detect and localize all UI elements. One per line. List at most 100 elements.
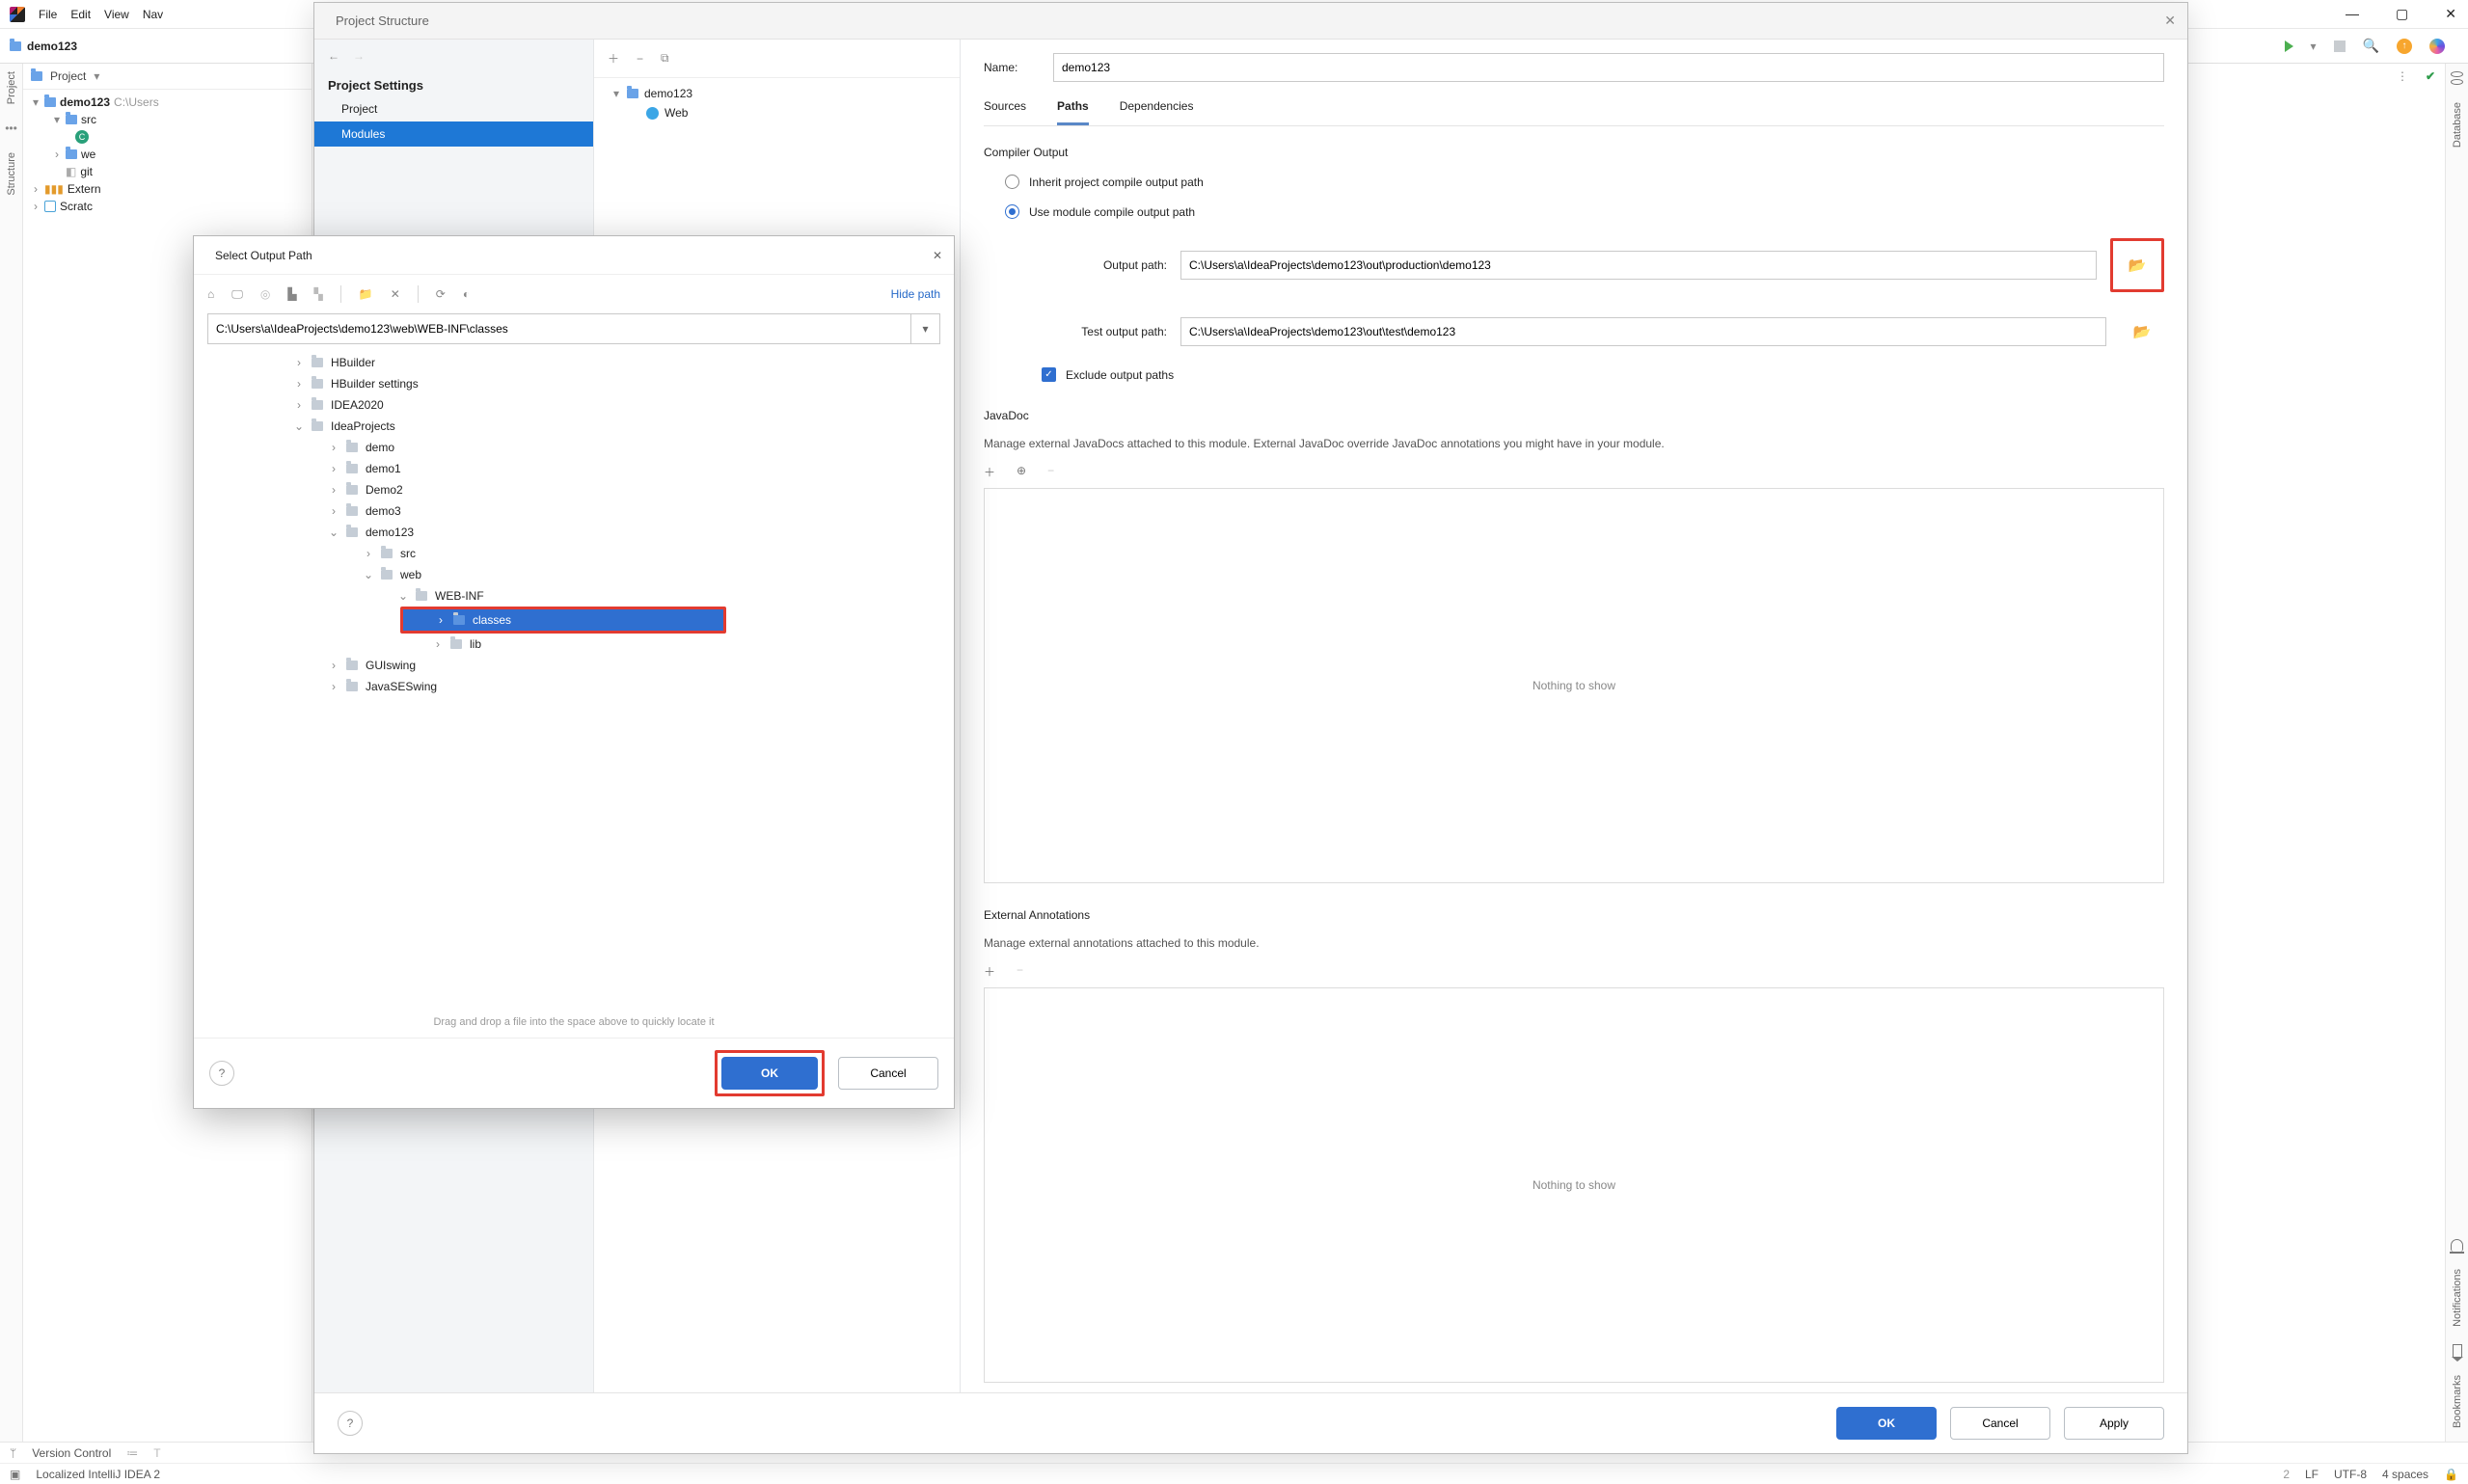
desktop-icon[interactable]: 🖵	[231, 287, 243, 302]
tool-database[interactable]: Database	[2452, 102, 2463, 148]
browse-output-button[interactable]: 📂	[2115, 245, 2159, 285]
tab-paths[interactable]: Paths	[1057, 95, 1089, 125]
chevron-right-icon[interactable]: ›	[329, 680, 339, 693]
project-panel-header[interactable]: Project ▾	[23, 64, 312, 90]
content-root-icon[interactable]: ▚	[314, 287, 323, 301]
stop-icon[interactable]	[2334, 40, 2346, 52]
radio-icon[interactable]	[1005, 204, 1019, 219]
tool-bookmarks[interactable]: Bookmarks	[2452, 1375, 2463, 1428]
dropdown-icon[interactable]: ▾	[910, 314, 939, 343]
ide-logo-icon[interactable]	[2429, 39, 2445, 54]
show-hidden-icon[interactable]: ◐	[463, 287, 470, 301]
tree-node[interactable]: we	[81, 148, 95, 161]
tree-node[interactable]: Scratc	[60, 200, 93, 213]
status-indent[interactable]: 4 spaces	[2382, 1468, 2428, 1481]
chevron-right-icon[interactable]: ›	[329, 462, 339, 475]
dialog-titlebar[interactable]: Project Structure ✕	[314, 3, 2187, 40]
sidebar-item-modules[interactable]: Modules	[314, 121, 593, 147]
chevron-right-icon[interactable]: ›	[294, 356, 304, 369]
tree-node[interactable]: git	[80, 165, 93, 178]
tree-node[interactable]: demo123	[366, 526, 414, 539]
chevron-right-icon[interactable]: ›	[436, 613, 446, 627]
sidebar-item-project[interactable]: Project	[314, 96, 593, 121]
back-icon[interactable]: ←	[328, 49, 339, 63]
remove-icon[interactable]: −	[637, 52, 643, 66]
more-icon[interactable]: ⋮	[2397, 69, 2408, 83]
help-button[interactable]: ?	[209, 1061, 234, 1086]
tree-root[interactable]: demo123	[60, 95, 110, 109]
apply-button[interactable]: Apply	[2064, 1407, 2164, 1440]
chevron-down-icon[interactable]: ⌄	[398, 589, 408, 603]
chevron-right-icon[interactable]: ›	[31, 182, 41, 196]
close-icon[interactable]: ✕	[2164, 13, 2176, 29]
chevron-right-icon[interactable]: ›	[329, 504, 339, 518]
tree-node[interactable]: IdeaProjects	[331, 419, 395, 433]
ok-button[interactable]: OK	[721, 1057, 818, 1090]
run-dropdown-icon[interactable]: ▾	[2311, 40, 2317, 53]
tree-node[interactable]: HBuilder settings	[331, 377, 419, 391]
chevron-down-icon[interactable]: ▾	[94, 69, 99, 83]
close-icon[interactable]: ✕	[933, 249, 942, 262]
cancel-button[interactable]: Cancel	[1950, 1407, 2050, 1440]
checkbox-icon[interactable]: ✓	[1042, 367, 1056, 382]
tree-node[interactable]: src	[400, 547, 416, 560]
chevron-right-icon[interactable]: ›	[31, 200, 41, 213]
status-version-control[interactable]: Version Control	[32, 1446, 111, 1460]
terminal-icon[interactable]: ▣	[10, 1468, 20, 1481]
git-branch-icon[interactable]: ᛘ	[10, 1446, 16, 1460]
exclude-output-checkbox[interactable]: ✓ Exclude output paths	[1042, 367, 2164, 382]
tree-node[interactable]: HBuilder	[331, 356, 375, 369]
run-icon[interactable]	[2285, 40, 2293, 52]
chevron-right-icon[interactable]: ›	[329, 483, 339, 497]
home-icon[interactable]: ⌂	[207, 287, 214, 301]
remove-icon[interactable]: −	[1047, 464, 1054, 480]
radio-module[interactable]: Use module compile output path	[1005, 204, 2164, 219]
dialog-titlebar[interactable]: Select Output Path ✕	[194, 236, 954, 275]
tree-node[interactable]: src	[81, 113, 96, 126]
close-icon[interactable]: ✕	[2445, 6, 2456, 22]
tool-notifications[interactable]: Notifications	[2452, 1269, 2463, 1327]
chevron-right-icon[interactable]: ›	[294, 377, 304, 391]
module-facet-web[interactable]: Web	[594, 103, 960, 122]
minimize-icon[interactable]: —	[2346, 6, 2359, 22]
module-root[interactable]: ▾ demo123	[594, 84, 960, 103]
tab-sources[interactable]: Sources	[984, 95, 1026, 125]
chevron-right-icon[interactable]: ›	[294, 398, 304, 412]
add-url-icon[interactable]: ⊕	[1017, 464, 1026, 480]
chevron-right-icon[interactable]: ›	[329, 441, 339, 454]
tree-node[interactable]: IDEA2020	[331, 398, 384, 412]
status-lf[interactable]: LF	[2305, 1468, 2319, 1481]
chevron-right-icon[interactable]: ›	[52, 148, 62, 161]
remove-icon[interactable]: −	[1017, 963, 1023, 980]
add-icon[interactable]: ＋	[984, 464, 995, 480]
status-encoding[interactable]: UTF-8	[2334, 1468, 2367, 1481]
tree-node[interactable]: demo3	[366, 504, 401, 518]
search-icon[interactable]: 🔍	[2363, 38, 2379, 54]
bell-icon[interactable]	[2451, 1239, 2463, 1252]
tree-node[interactable]: demo	[366, 441, 394, 454]
maximize-icon[interactable]: ▢	[2396, 6, 2408, 22]
chevron-right-icon[interactable]: ›	[364, 547, 373, 560]
tree-node-selected[interactable]: ›classes	[403, 609, 723, 631]
tool-structure[interactable]: Structure	[6, 152, 17, 196]
ok-button[interactable]: OK	[1836, 1407, 1937, 1440]
update-icon[interactable]: ↑	[2397, 39, 2412, 54]
tree-node[interactable]: Demo2	[366, 483, 403, 497]
hide-path-link[interactable]: Hide path	[891, 287, 940, 301]
annotations-list[interactable]: Nothing to show	[984, 987, 2164, 1383]
project-tree[interactable]: ▾ demo123 C:\Users ▾ src C › we	[23, 90, 312, 219]
radio-inherit[interactable]: Inherit project compile output path	[1005, 175, 2164, 189]
chevron-down-icon[interactable]: ⌄	[364, 568, 373, 581]
tree-node[interactable]: JavaSESwing	[366, 680, 437, 693]
chevron-down-icon[interactable]: ▾	[611, 87, 621, 100]
chevron-right-icon[interactable]: ›	[433, 637, 443, 651]
tree-node[interactable]: web	[400, 568, 421, 581]
breadcrumb[interactable]: demo123	[10, 40, 77, 53]
browse-test-output-button[interactable]: 📂	[2120, 311, 2164, 352]
bookmark-icon[interactable]	[2453, 1344, 2462, 1358]
menu-navigate[interactable]: Nav	[143, 8, 163, 21]
folder-tree[interactable]: › HBuilder › HBuilder settings › IDEA2020 ⌄…	[207, 352, 950, 1011]
delete-icon[interactable]: ✕	[391, 287, 400, 301]
refresh-icon[interactable]: ⟳	[436, 287, 446, 301]
database-icon[interactable]	[2451, 71, 2463, 85]
